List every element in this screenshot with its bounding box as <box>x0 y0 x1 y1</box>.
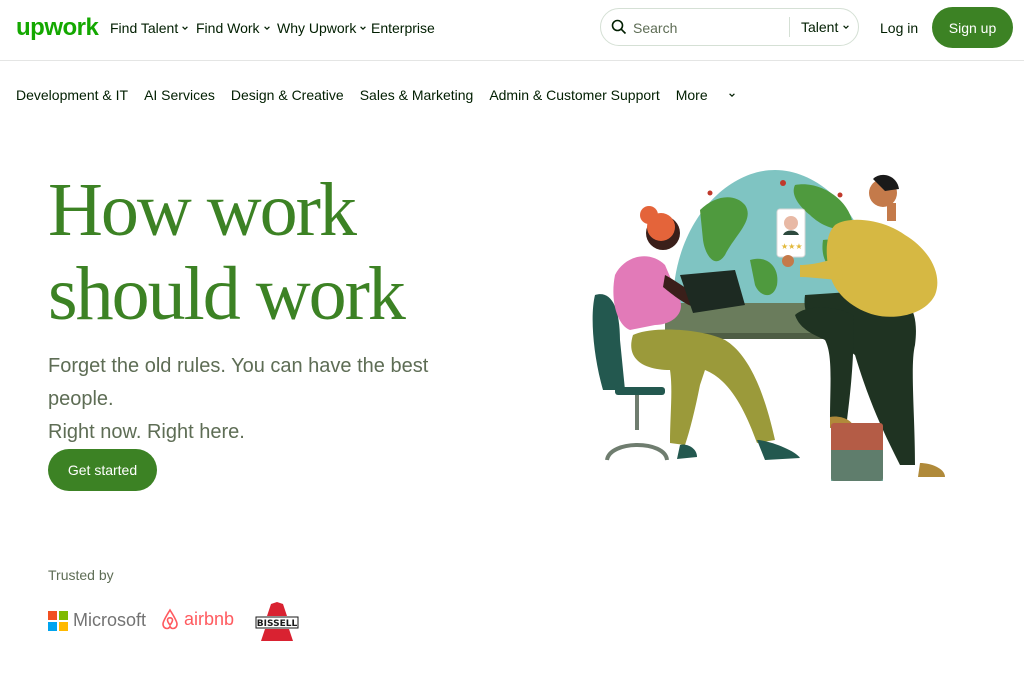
chevron-down-icon <box>728 93 735 98</box>
category-development-it[interactable]: Development & IT <box>16 87 128 103</box>
hero-subtitle-line2: Right now. Right here. <box>48 421 245 443</box>
microsoft-logo: Microsoft <box>48 610 146 631</box>
search-bar: Talent <box>600 8 859 46</box>
svg-text:★★★: ★★★ <box>781 242 803 251</box>
hero-subtitle: Forget the old rules. You can have the b… <box>48 350 468 449</box>
category-more[interactable]: More <box>676 87 736 103</box>
nav-why-upwork[interactable]: Why Upwork <box>277 20 367 36</box>
chevron-down-icon <box>360 26 367 31</box>
category-design-creative[interactable]: Design & Creative <box>231 87 344 103</box>
search-scope-dropdown[interactable]: Talent <box>801 19 850 35</box>
nav-find-talent[interactable]: Find Talent <box>110 20 189 36</box>
chevron-down-icon <box>263 26 270 31</box>
hero-subtitle-line1: Forget the old rules. You can have the b… <box>48 355 429 410</box>
category-ai-services[interactable]: AI Services <box>144 87 215 103</box>
login-link[interactable]: Log in <box>880 20 918 36</box>
airbnb-logo-icon <box>162 608 178 630</box>
chevron-down-icon <box>843 25 850 30</box>
hero-headline: How work should work <box>48 168 406 336</box>
hero-headline-line2: should work <box>48 252 406 336</box>
bissell-logo-text: BISSELL <box>257 619 298 629</box>
hero-headline-line1: How work <box>48 168 357 252</box>
category-more-label: More <box>675 87 708 103</box>
hero-illustration: ★★★ <box>592 170 945 481</box>
search-input[interactable] <box>631 17 785 39</box>
nav-find-talent-label: Find Talent <box>110 20 179 36</box>
chevron-down-icon <box>182 26 189 31</box>
category-admin-customer-support[interactable]: Admin & Customer Support <box>489 87 659 103</box>
signup-button[interactable]: Sign up <box>932 7 1013 48</box>
search-scope-label: Talent <box>801 19 839 35</box>
get-started-button[interactable]: Get started <box>48 449 157 491</box>
nav-find-work-label: Find Work <box>196 20 260 36</box>
nav-enterprise-label: Enterprise <box>371 20 435 36</box>
nav-enterprise[interactable]: Enterprise <box>371 20 435 36</box>
upwork-logo[interactable]: upwork <box>16 14 99 42</box>
category-sales-marketing[interactable]: Sales & Marketing <box>360 87 474 103</box>
top-navigation-bar: upwork Find Talent Find Work Why Upwork … <box>0 0 1024 61</box>
microsoft-logo-text: Microsoft <box>73 610 147 630</box>
airbnb-logo-text: airbnb <box>184 608 235 629</box>
trusted-by-label: Trusted by <box>48 567 114 583</box>
nav-find-work[interactable]: Find Work <box>196 20 271 36</box>
search-icon[interactable] <box>611 19 627 35</box>
nav-why-upwork-label: Why Upwork <box>277 20 357 36</box>
search-divider <box>789 17 790 37</box>
category-bar: Development & IT AI Services Design & Cr… <box>16 87 752 103</box>
airbnb-logo: airbnb <box>160 608 234 630</box>
microsoft-logo-icon <box>48 610 68 631</box>
bissell-logo: BISSELL <box>255 602 299 641</box>
